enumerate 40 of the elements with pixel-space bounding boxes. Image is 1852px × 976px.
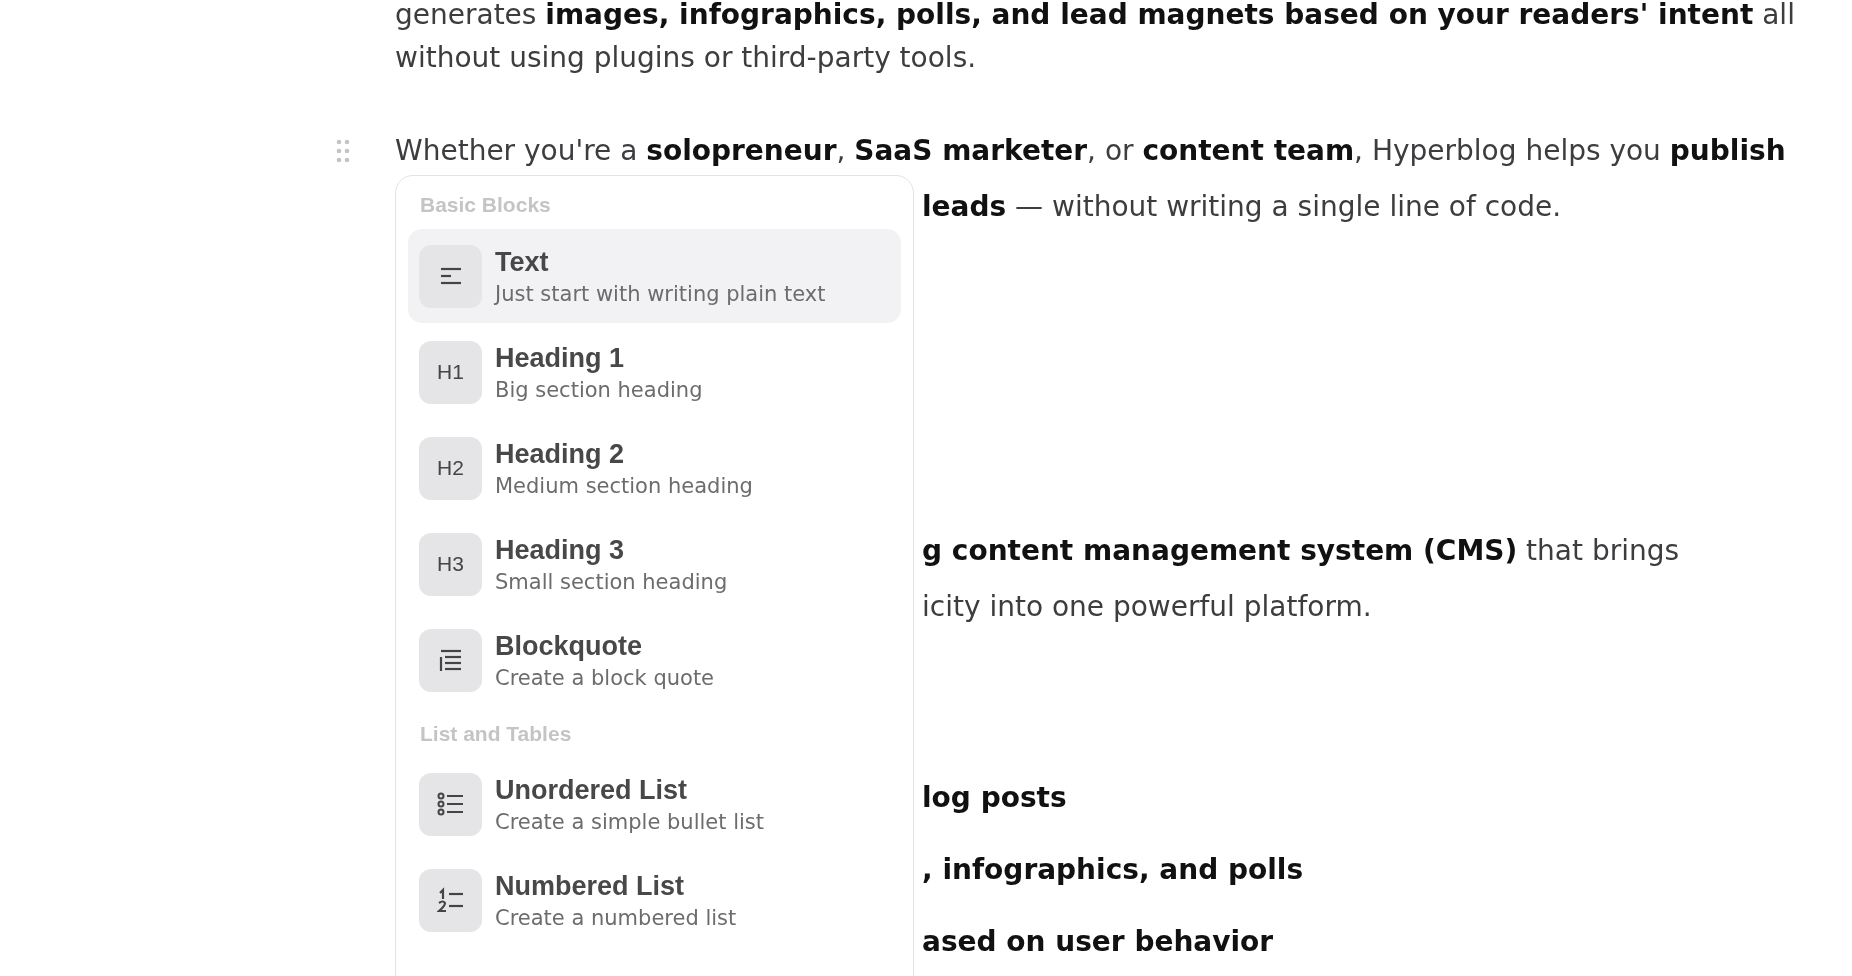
menu-item[interactable]: H2 Heading 2 Medium section heading	[408, 421, 901, 515]
heading-level-label: H3	[419, 532, 482, 596]
menu-item-description: Small section heading	[495, 569, 728, 594]
numbered-list-icon	[419, 868, 482, 932]
menu-item[interactable]: Blockquote Create a block quote	[408, 613, 901, 707]
menu-item-description: Big section heading	[495, 377, 703, 402]
menu-item[interactable]: Unordered List Create a simple bullet list	[408, 757, 901, 851]
menu-item-description: Create a numbered list	[495, 905, 737, 930]
paragraph-line: generates images, infographics, polls, and lead magnets based on your readers' intent all	[395, 0, 1795, 30]
menu-section-title: Basic Blocks	[419, 192, 552, 218]
text-lines-icon	[419, 244, 482, 308]
paragraph-line: Whether you're a solopreneur, SaaS marketer, or content team, Hyperblog helps you publish	[395, 133, 1786, 169]
paragraph-line: without using plugins or third-party tools.	[395, 40, 977, 76]
menu-item-title: Heading 1	[495, 342, 626, 374]
heading-level-label: H2	[419, 436, 482, 500]
menu-item[interactable]: Numbered List Create a numbered list	[408, 853, 901, 947]
menu-item-title: Blockquote	[495, 630, 643, 662]
menu-item[interactable]: H1 Heading 1 Big section heading	[408, 325, 901, 419]
list-item-text: , infographics, and polls	[922, 852, 1304, 888]
drag-handle-icon[interactable]	[336, 139, 350, 163]
menu-item[interactable]: Text Just start with writing plain text	[408, 229, 901, 323]
paragraph-line: icity into one powerful platform.	[922, 589, 1372, 625]
menu-item-title: Heading 2	[495, 438, 626, 470]
menu-item-title: Text	[495, 246, 550, 278]
menu-item-description: Just start with writing plain text	[495, 281, 826, 306]
heading-level-label: H1	[419, 340, 482, 404]
menu-item-title: Unordered List	[495, 774, 689, 806]
menu-section-title: List and Tables	[419, 721, 573, 747]
list-item-text: log posts	[922, 780, 1067, 816]
menu-item-description: Create a block quote	[495, 665, 715, 690]
menu-item-title: Heading 3	[495, 534, 626, 566]
menu-item-description: Create a simple bullet list	[495, 809, 764, 834]
paragraph-line: leads — without writing a single line of code.	[922, 189, 1562, 225]
menu-item[interactable]: H3 Heading 3 Small section heading	[408, 517, 901, 611]
menu-item-title: Numbered List	[495, 870, 686, 902]
paragraph-line: g content management system (CMS) that brings	[922, 533, 1680, 569]
bullet-list-icon	[419, 772, 482, 836]
menu-item-description: Medium section heading	[495, 473, 753, 498]
quote-lines-icon	[419, 628, 482, 692]
list-item-text: ased on user behavior	[922, 924, 1274, 960]
